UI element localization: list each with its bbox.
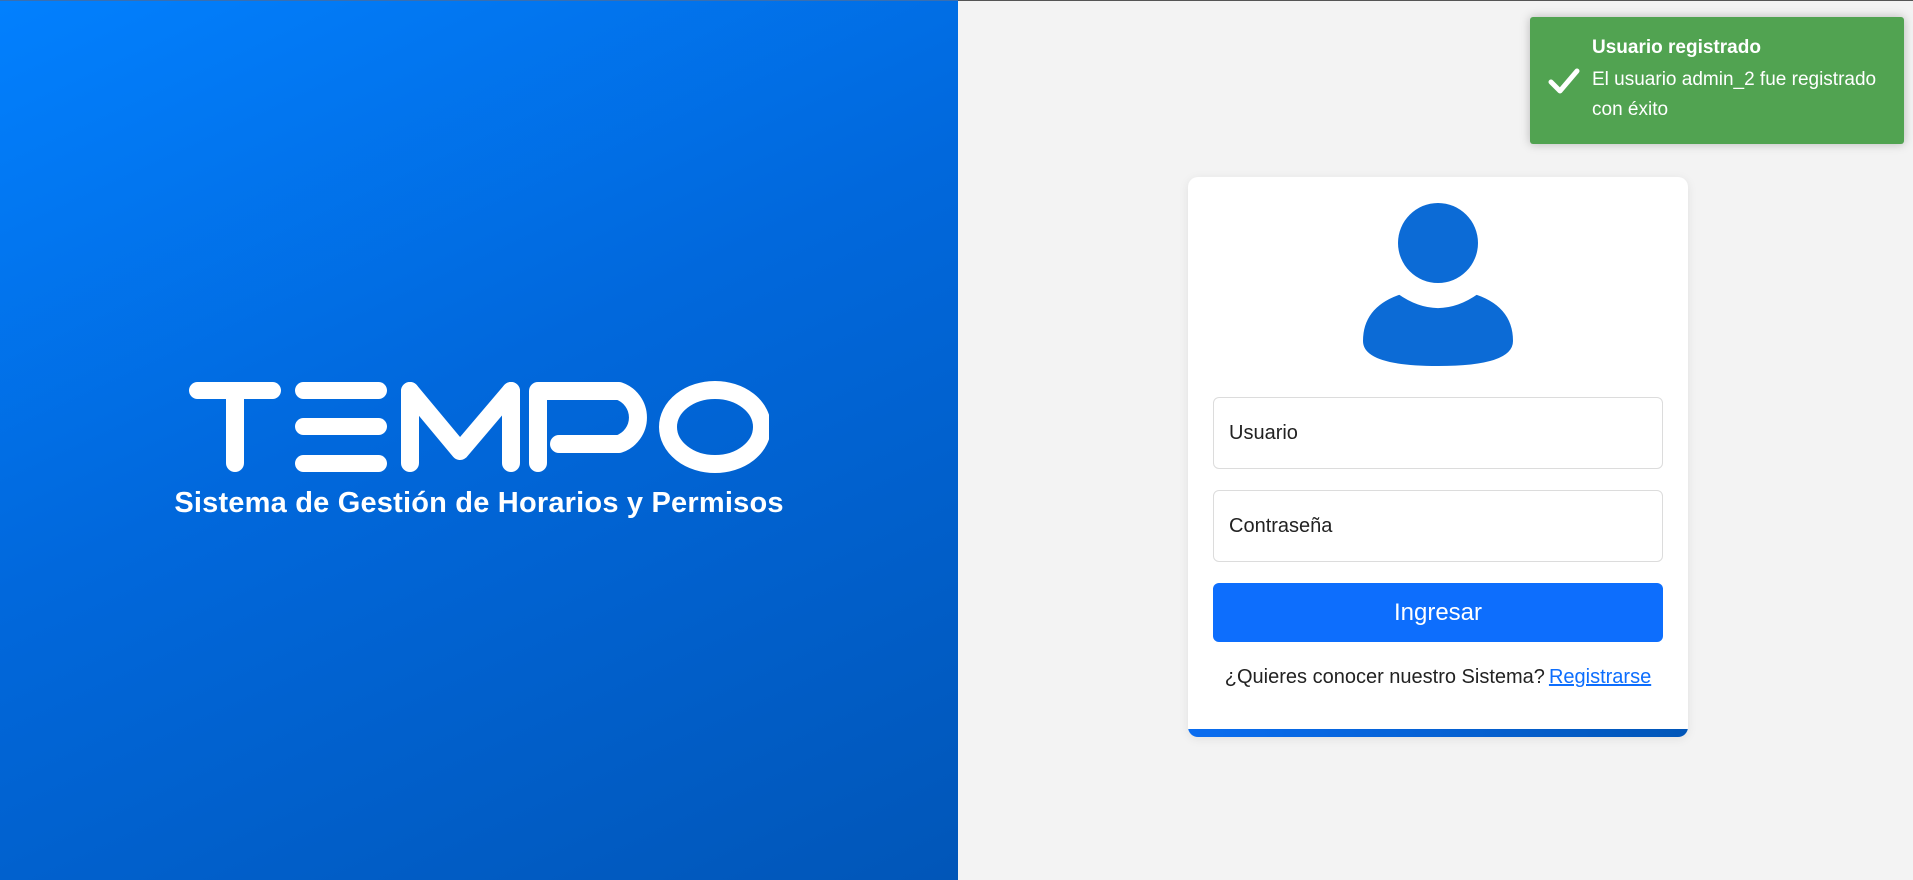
app-root: Sistema de Gestión de Horarios y Permiso… xyxy=(0,0,1913,880)
brand-tagline: Sistema de Gestión de Horarios y Permiso… xyxy=(174,487,784,519)
check-icon xyxy=(1548,68,1580,94)
register-prompt-line: ¿Quieres conocer nuestro Sistema? Registr… xyxy=(1188,666,1688,689)
register-prompt-text: ¿Quieres conocer nuestro Sistema? xyxy=(1224,666,1545,688)
brand-block: Sistema de Gestión de Horarios y Permiso… xyxy=(0,381,958,520)
tempo-logo xyxy=(189,381,769,473)
login-button[interactable]: Ingresar xyxy=(1213,583,1663,642)
card-accent-bar xyxy=(1188,729,1688,737)
password-input[interactable] xyxy=(1213,490,1663,562)
username-input[interactable] xyxy=(1213,397,1663,469)
login-card: Ingresar ¿Quieres conocer nuestro Sistem… xyxy=(1188,177,1688,737)
user-icon xyxy=(1363,203,1513,366)
toast-title: Usuario registrado xyxy=(1592,37,1761,58)
login-panel: Ingresar ¿Quieres conocer nuestro Sistem… xyxy=(958,0,1913,880)
brand-panel: Sistema de Gestión de Horarios y Permiso… xyxy=(0,0,958,880)
toast-message: El usuario admin_2 fue registrado con éx… xyxy=(1592,69,1877,120)
success-toast[interactable]: Usuario registrado El usuario admin_2 fu… xyxy=(1530,17,1904,144)
register-link[interactable]: Registrarse xyxy=(1549,666,1651,688)
